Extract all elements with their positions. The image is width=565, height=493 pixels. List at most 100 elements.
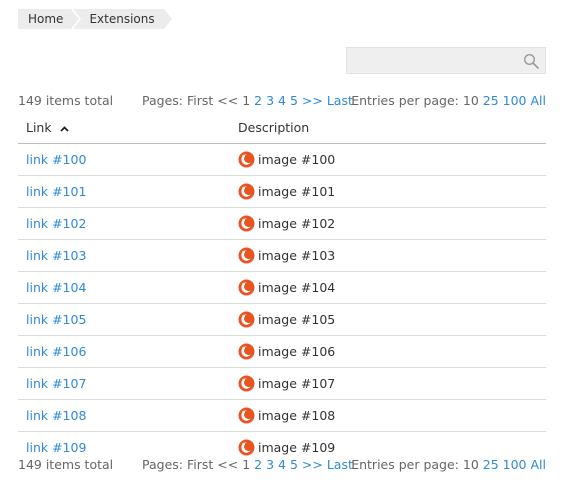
orange-orb-icon	[238, 247, 258, 264]
row-description: image #107	[238, 368, 335, 399]
pager-top: 149 items total Pages: First << 1 2 3 4 …	[18, 92, 546, 110]
orange-orb-icon	[238, 407, 258, 424]
page-4[interactable]: 4	[278, 93, 286, 108]
pages-label: Pages:	[142, 457, 183, 472]
row-link[interactable]: link #100	[26, 144, 86, 175]
search-icon[interactable]	[523, 53, 539, 69]
page-2[interactable]: 2	[254, 457, 262, 472]
orange-orb-icon	[238, 439, 258, 456]
row-description-text: image #102	[258, 216, 336, 231]
entries-all[interactable]: All	[531, 457, 547, 472]
column-header-link-label: Link	[26, 120, 52, 135]
row-description-text: image #106	[258, 344, 336, 359]
row-description: image #102	[238, 208, 335, 239]
page-3[interactable]: 3	[266, 457, 274, 472]
table-row: link #103 image #103	[18, 240, 546, 272]
sort-ascending-icon	[59, 125, 69, 132]
table-body: link #100 image #100 link #101 image #101 li…	[18, 144, 546, 463]
table-row: link #106 image #106	[18, 336, 546, 368]
row-link[interactable]: link #102	[26, 208, 86, 239]
entries-10[interactable]: 10	[463, 93, 479, 108]
row-description-text: image #100	[258, 152, 336, 167]
row-description-text: image #108	[258, 408, 336, 423]
row-description-text: image #101	[258, 184, 336, 199]
previous-page[interactable]: <<	[217, 457, 238, 472]
entries-label: Entries per page:	[351, 457, 459, 472]
breadcrumb-current-label: Extensions	[89, 12, 155, 26]
last-page[interactable]: Last	[327, 457, 353, 472]
orange-orb-icon	[238, 343, 258, 360]
page-navigation: Pages: First << 1 2 3 4 5 >> Last	[142, 456, 353, 474]
breadcrumb: Home Extensions	[18, 9, 172, 29]
row-link[interactable]: link #106	[26, 336, 86, 367]
breadcrumb-end-arrow	[163, 9, 172, 29]
table-row: link #100 image #100	[18, 144, 546, 176]
table-row: link #104 image #104	[18, 272, 546, 304]
row-description-text: image #104	[258, 280, 336, 295]
items-total: 149 items total	[18, 457, 114, 472]
row-description-text: image #107	[258, 376, 336, 391]
orange-orb-icon	[238, 215, 258, 232]
row-description: image #108	[238, 400, 335, 431]
row-description: image #105	[238, 304, 335, 335]
pager-bottom: 149 items total Pages: First << 1 2 3 4 …	[18, 456, 546, 474]
table-row: link #107 image #107	[18, 368, 546, 400]
row-description: image #100	[238, 144, 335, 175]
page-2[interactable]: 2	[254, 93, 262, 108]
page-1[interactable]: 1	[242, 457, 250, 472]
entries-per-page: Entries per page: 10 25 100 All	[351, 456, 546, 474]
breadcrumb-home-label: Home	[28, 12, 64, 26]
row-description-text: image #105	[258, 312, 336, 327]
search-input[interactable]	[347, 48, 529, 73]
row-link[interactable]: link #108	[26, 400, 86, 431]
first-page[interactable]: First	[187, 457, 213, 472]
table-row: link #105 image #105	[18, 304, 546, 336]
entries-100[interactable]: 100	[503, 93, 527, 108]
row-description: image #106	[238, 336, 335, 367]
orange-orb-icon	[238, 183, 258, 200]
orange-orb-icon	[238, 375, 258, 392]
breadcrumb-home[interactable]: Home	[18, 9, 80, 29]
extensions-table: Link Description link #100 image #100 link…	[18, 113, 546, 463]
row-description: image #103	[238, 240, 335, 271]
page-navigation: Pages: First << 1 2 3 4 5 >> Last	[142, 92, 353, 110]
row-description-text: image #103	[258, 248, 336, 263]
entries-100[interactable]: 100	[503, 457, 527, 472]
previous-page[interactable]: <<	[217, 93, 238, 108]
page-3[interactable]: 3	[266, 93, 274, 108]
next-page[interactable]: >>	[302, 457, 323, 472]
entries-10[interactable]: 10	[463, 457, 479, 472]
column-header-link[interactable]: Link	[26, 113, 69, 143]
table-row: link #101 image #101	[18, 176, 546, 208]
row-description: image #104	[238, 272, 335, 303]
breadcrumb-current[interactable]: Extensions	[73, 9, 172, 29]
entries-25[interactable]: 25	[483, 457, 499, 472]
row-link[interactable]: link #105	[26, 304, 86, 335]
search-box	[346, 47, 546, 74]
page-4[interactable]: 4	[278, 457, 286, 472]
table-row: link #108 image #108	[18, 400, 546, 432]
page-5[interactable]: 5	[290, 93, 298, 108]
row-link[interactable]: link #107	[26, 368, 86, 399]
pages-label: Pages:	[142, 93, 183, 108]
row-link[interactable]: link #103	[26, 240, 86, 271]
table-header: Link Description	[18, 113, 546, 144]
items-total: 149 items total	[18, 93, 114, 108]
orange-orb-icon	[238, 279, 258, 296]
row-description-text: image #109	[258, 440, 336, 455]
breadcrumb-separator	[71, 9, 80, 29]
last-page[interactable]: Last	[327, 93, 353, 108]
entries-all[interactable]: All	[531, 93, 547, 108]
row-link[interactable]: link #104	[26, 272, 86, 303]
table-row: link #102 image #102	[18, 208, 546, 240]
orange-orb-icon	[238, 151, 258, 168]
entries-25[interactable]: 25	[483, 93, 499, 108]
first-page[interactable]: First	[187, 93, 213, 108]
orange-orb-icon	[238, 311, 258, 328]
row-link[interactable]: link #101	[26, 176, 86, 207]
entries-label: Entries per page:	[351, 93, 459, 108]
page-5[interactable]: 5	[290, 457, 298, 472]
next-page[interactable]: >>	[302, 93, 323, 108]
row-description: image #101	[238, 176, 335, 207]
page-1[interactable]: 1	[242, 93, 250, 108]
